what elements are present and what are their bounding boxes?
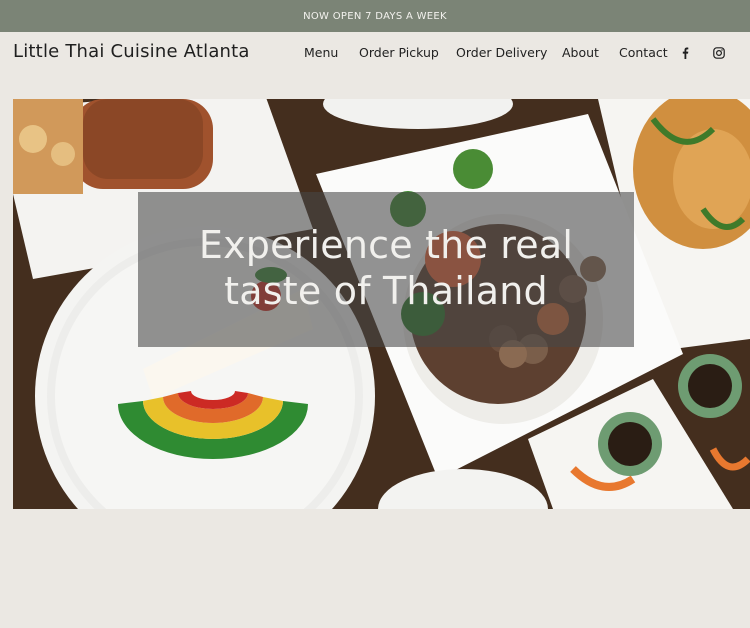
nav-about[interactable]: About [562,45,599,60]
nav-menu[interactable]: Menu [304,45,338,60]
facebook-icon[interactable] [678,46,692,60]
site-logo-text[interactable]: Little Thai Cuisine Atlanta [13,41,250,62]
hero-banner: Experience the real taste of Thailand [13,99,750,509]
announcement-text: NOW OPEN 7 DAYS A WEEK [303,10,447,22]
hero-headline-box: Experience the real taste of Thailand [138,192,634,347]
announcement-bar: NOW OPEN 7 DAYS A WEEK [0,0,750,32]
hero-headline-line2: taste of Thailand [224,269,548,313]
nav-order-delivery[interactable]: Order Delivery [456,45,547,60]
hero-headline-line1: Experience the real [198,223,574,267]
instagram-icon[interactable] [712,46,726,60]
site-header: Little Thai Cuisine Atlanta Menu Order P… [0,32,750,74]
nav-order-pickup[interactable]: Order Pickup [359,45,439,60]
hero-headline: Experience the real taste of Thailand [138,222,634,314]
nav-contact[interactable]: Contact [619,45,668,60]
